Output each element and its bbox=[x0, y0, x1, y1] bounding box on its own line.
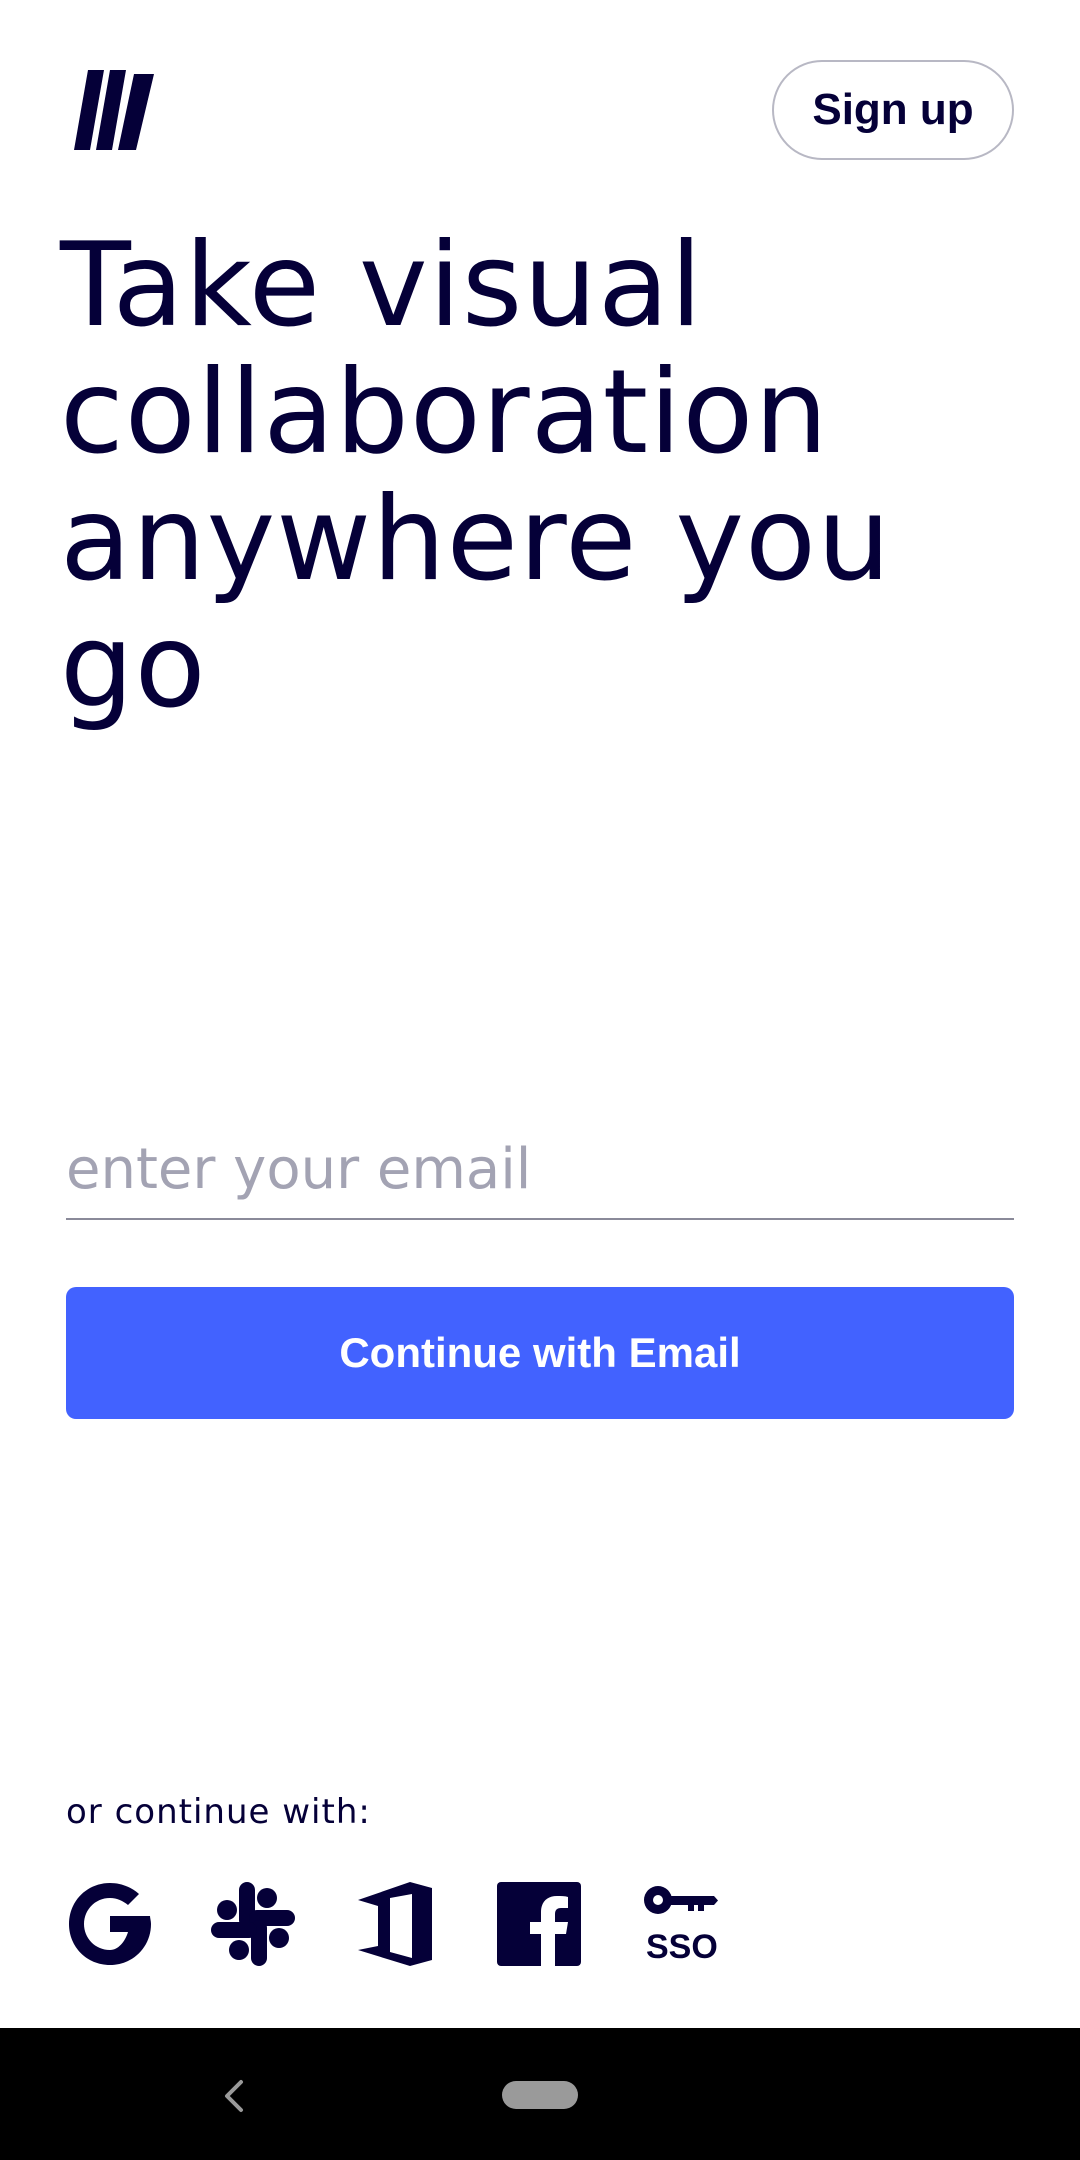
office-icon bbox=[358, 1882, 432, 1966]
page-headline: Take visual collaboration anywhere you g… bbox=[60, 218, 892, 734]
continue-with-email-button[interactable]: Continue with Email bbox=[66, 1287, 1014, 1419]
facebook-login-button[interactable] bbox=[493, 1878, 585, 1970]
login-provider-list: SSO bbox=[64, 1878, 779, 1970]
alternate-login-label: or continue with: bbox=[66, 1792, 371, 1832]
chevron-left-icon[interactable] bbox=[212, 2074, 256, 2118]
login-screen: Sign up Take visual collaboration anywhe… bbox=[0, 0, 1080, 2160]
office-login-button[interactable] bbox=[350, 1878, 442, 1970]
google-icon bbox=[69, 1883, 151, 1965]
key-icon: SSO bbox=[644, 1886, 718, 1966]
miro-logo bbox=[74, 70, 156, 150]
slack-icon bbox=[211, 1882, 295, 1966]
google-login-button[interactable] bbox=[64, 1878, 156, 1970]
email-input[interactable] bbox=[66, 1120, 1014, 1220]
system-navigation-bar bbox=[0, 2028, 1080, 2160]
facebook-icon bbox=[497, 1882, 581, 1966]
sso-login-button[interactable]: SSO bbox=[636, 1878, 728, 1970]
sign-up-button[interactable]: Sign up bbox=[772, 60, 1014, 160]
home-pill-icon[interactable] bbox=[502, 2081, 578, 2109]
sso-label: SSO bbox=[646, 1928, 718, 1966]
slack-login-button[interactable] bbox=[207, 1878, 299, 1970]
